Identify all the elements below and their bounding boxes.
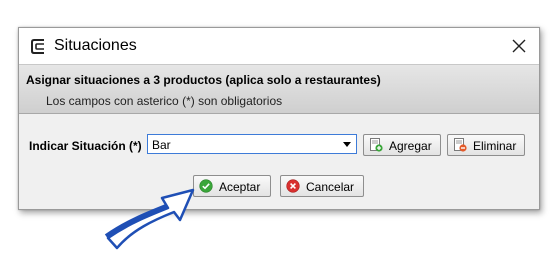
close-icon[interactable] [507, 34, 531, 58]
accept-button[interactable]: Aceptar [193, 175, 271, 197]
cancel-x-icon [286, 179, 300, 193]
remove-button[interactable]: Eliminar [447, 134, 525, 156]
add-button-label: Agregar [389, 139, 432, 153]
situaciones-dialog: Situaciones Asignar situaciones a 3 prod… [18, 27, 540, 210]
titlebar: Situaciones [19, 28, 539, 64]
check-circle-icon [199, 179, 213, 193]
header-subtitle: Los campos con asterico (*) son obligato… [46, 94, 283, 108]
add-document-icon [370, 138, 383, 152]
cancel-button-label: Cancelar [306, 180, 355, 194]
situation-select[interactable]: Bar [147, 134, 357, 154]
pointer-arrow-icon [104, 188, 195, 250]
situation-select-value: Bar [152, 138, 171, 152]
app-logo-icon [31, 39, 44, 54]
header-title: Asignar situaciones a 3 productos (aplic… [26, 73, 381, 87]
add-button[interactable]: Agregar [363, 134, 441, 156]
window-title: Situaciones [54, 37, 137, 54]
chevron-down-icon[interactable] [343, 142, 351, 147]
cancel-button[interactable]: Cancelar [280, 175, 364, 197]
remove-document-icon [454, 138, 467, 152]
situation-label: Indicar Situación (*) [29, 139, 142, 153]
remove-button-label: Eliminar [473, 139, 517, 153]
accept-button-label: Aceptar [219, 180, 261, 194]
dialog-header: Asignar situaciones a 3 productos (aplic… [19, 64, 539, 114]
